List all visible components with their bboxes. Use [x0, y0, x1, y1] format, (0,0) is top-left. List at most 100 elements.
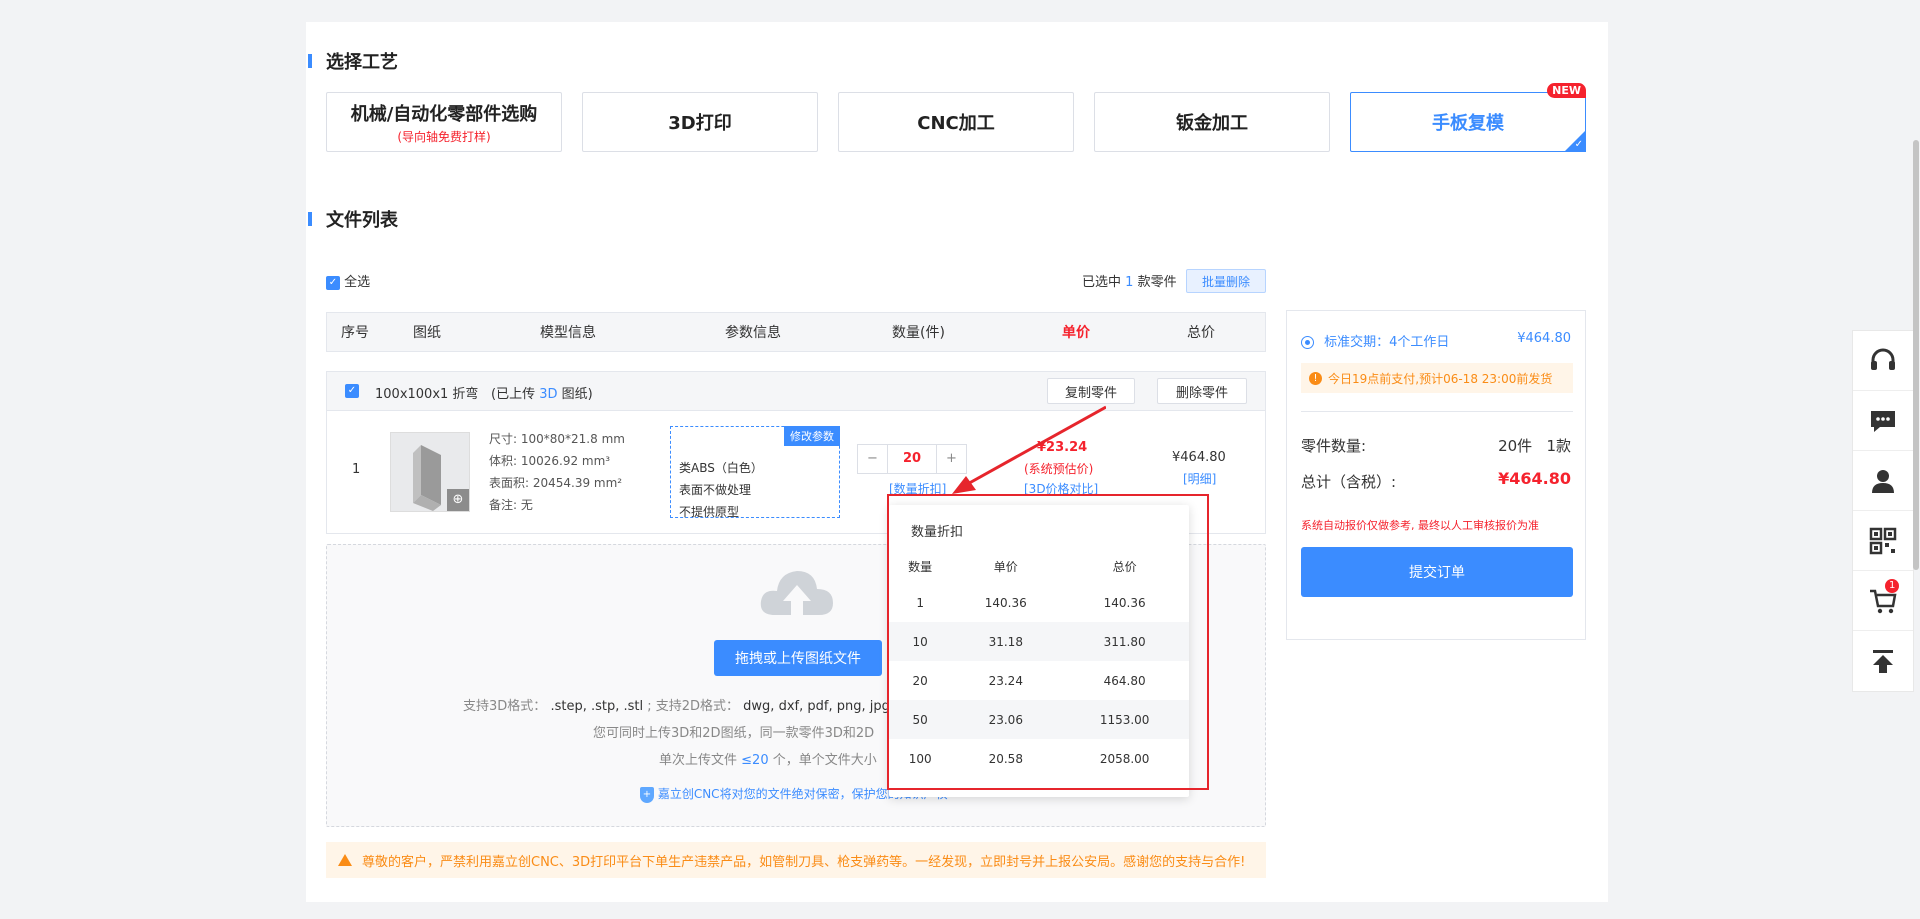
- process-label: 钣金加工: [1176, 113, 1248, 134]
- user-button[interactable]: [1853, 451, 1913, 511]
- part-header-row: ✓ 100x100x1 折弯 (已上传 3D 图纸) 复制零件 删除零件: [326, 371, 1266, 411]
- qrcode-button[interactable]: [1853, 511, 1913, 571]
- divider: [1301, 411, 1573, 412]
- param-surface: 表面不做处理: [679, 483, 752, 497]
- order-summary: 标准交期：4个工作日 ¥464.80 ! 今日19点前支付,预计06-18 23…: [1286, 310, 1586, 640]
- cloud-upload-icon: [760, 571, 833, 615]
- discount-table: 数量 单价 总价 1 140.36 140.36 10 31.18 311.80 20 2…: [889, 549, 1189, 778]
- table-row: 20 23.24 464.80: [912, 673, 1146, 688]
- support-button[interactable]: [1853, 331, 1913, 391]
- col-params: 参数信息: [725, 325, 781, 341]
- formats-2d: dwg, dxf, pdf, png, jpg,: [743, 699, 894, 714]
- col-unit-price: 单价: [1062, 325, 1090, 341]
- col-drawing: 图纸: [413, 325, 441, 341]
- batch-delete-button[interactable]: 批量删除: [1186, 269, 1266, 293]
- part-name: 100x100x1 折弯: [375, 387, 479, 402]
- floating-sidebar: 1: [1852, 330, 1914, 692]
- back-to-top-button[interactable]: [1853, 631, 1913, 691]
- total-label: 总计（含税）:: [1301, 473, 1397, 491]
- copy-part-button[interactable]: 复制零件: [1047, 378, 1135, 404]
- part-thumbnail[interactable]: ⊕: [390, 432, 470, 512]
- selected-count-text: 已选中 1 款零件: [1082, 271, 1177, 290]
- delete-part-button[interactable]: 删除零件: [1157, 378, 1247, 404]
- upload-button[interactable]: 拖拽或上传图纸文件: [714, 640, 882, 676]
- quantity-input[interactable]: 20: [888, 445, 936, 473]
- total-value: ¥464.80: [1498, 469, 1571, 488]
- process-label: 机械/自动化零部件选购: [350, 103, 538, 125]
- section-marker: [308, 54, 312, 68]
- detail-link[interactable]: [明细]: [1183, 470, 1216, 487]
- new-badge: NEW: [1547, 83, 1586, 98]
- edit-params-button[interactable]: 修改参数: [784, 426, 840, 446]
- count-value: 20件 1款: [1498, 437, 1571, 455]
- delivery-option[interactable]: 标准交期：4个工作日: [1301, 331, 1449, 350]
- submit-order-button[interactable]: 提交订单: [1301, 547, 1573, 597]
- qty-discount-link[interactable]: [数量折扣]: [889, 480, 946, 497]
- process-option-3d-print[interactable]: 3D打印: [582, 92, 818, 152]
- process-option-sheet-metal[interactable]: 钣金加工: [1094, 92, 1330, 152]
- process-option-cnc[interactable]: CNC加工: [838, 92, 1074, 152]
- popup-col-unit: 单价: [993, 559, 1018, 574]
- table-row: 1 140.36 140.36: [916, 595, 1146, 610]
- cart-button[interactable]: 1: [1853, 571, 1913, 631]
- select-all-label: 全选: [344, 275, 371, 290]
- upload-type-link[interactable]: 3D: [539, 387, 557, 402]
- popup-col-total: 总价: [1112, 559, 1137, 574]
- delivery-price: ¥464.80: [1517, 331, 1571, 346]
- selected-suffix: 款零件: [1137, 275, 1177, 290]
- part-index: 1: [352, 462, 361, 477]
- minus-button[interactable]: −: [858, 445, 888, 473]
- col-index: 序号: [341, 325, 369, 341]
- model-area: 表面积: 20454.39 mm²: [489, 476, 623, 490]
- disclaimer: 系统自动报价仅做参考, 最终以人工审核报价为准: [1301, 519, 1539, 532]
- upload-note-combo: 您可同时上传3D和2D图纸，同一款零件3D和2D: [593, 726, 875, 741]
- table-row: 10 31.18 311.80: [889, 622, 1189, 661]
- discount-popup: 数量折扣 数量 单价 总价 1 140.36 140.36 10 31.18 311.8…: [889, 505, 1189, 797]
- part-checkbox[interactable]: ✓: [345, 384, 359, 398]
- message-button[interactable]: [1853, 391, 1913, 451]
- annotation-arrow: [952, 405, 1106, 494]
- warning-text: 尊敬的客户，严禁利用嘉立创CNC、3D打印平台下单生产违禁产品，如管制刀具、枪支…: [362, 854, 1246, 870]
- main-panel: 选择工艺 机械/自动化零部件选购 (导向轴免费打样) 3D打印 CNC加工 钣金…: [306, 22, 1608, 902]
- selected-prefix: 已选中: [1082, 275, 1122, 290]
- upload-prefix: (已上传: [491, 387, 536, 402]
- formats-3d: .step, .stp, .stl: [550, 699, 644, 714]
- arrow-up-icon: [1873, 650, 1893, 673]
- model-size: 尺寸: 100*80*21.8 mm: [489, 432, 625, 446]
- popup-col-qty: 数量: [908, 559, 933, 574]
- selected-count: 1: [1125, 275, 1134, 290]
- ship-notice-text: 今日19点前支付,预计06-18 23:00前发货: [1328, 371, 1553, 386]
- total-price: ¥464.80: [1172, 450, 1226, 465]
- process-option-mechanical[interactable]: 机械/自动化零部件选购 (导向轴免费打样): [326, 92, 562, 152]
- qrcode-icon: [1869, 527, 1897, 554]
- section-marker: [308, 212, 312, 226]
- col-model-info: 模型信息: [540, 325, 596, 341]
- process-label: 3D打印: [668, 113, 732, 134]
- radio-icon: [1301, 336, 1314, 349]
- user-icon: [1872, 469, 1894, 493]
- model-info: 尺寸: 100*80*21.8 mm 体积: 10026.92 mm³ 表面积:…: [489, 428, 625, 516]
- chat-icon: [1871, 410, 1895, 432]
- upload-note-limit: 单次上传文件 ≤20 个，单个文件大小: [659, 749, 877, 768]
- param-prototype: 不提供原型: [679, 505, 740, 519]
- formats-3d-label: 支持3D格式：: [463, 699, 547, 714]
- format-note: 支持3D格式： .step, .stp, .stl ; 支持2D格式： dwg,…: [463, 695, 894, 714]
- popup-title: 数量折扣: [911, 525, 964, 540]
- files-section-title: 文件列表: [326, 210, 398, 231]
- params-box: 修改参数 类ABS（白色） 表面不做处理 不提供原型: [670, 426, 840, 519]
- warning-bar: 尊敬的客户，严禁利用嘉立创CNC、3D打印平台下单生产违禁产品，如管制刀具、枪支…: [326, 842, 1266, 878]
- process-option-prototype-mold[interactable]: 手板复模 NEW ✓: [1350, 83, 1586, 152]
- page-scrollbar[interactable]: [1913, 140, 1919, 570]
- table-row: 50 23.06 1153.00: [889, 700, 1189, 739]
- param-material: 类ABS（白色）: [679, 461, 763, 475]
- table-header: 序号 图纸 模型信息 参数信息 数量(件) 单价 总价: [326, 312, 1266, 352]
- headset-icon: [1871, 348, 1895, 370]
- formats-2d-label: ; 支持2D格式：: [647, 699, 740, 714]
- select-all[interactable]: ✓ 全选: [326, 271, 370, 290]
- process-label: 手板复模: [1432, 113, 1504, 134]
- shield-icon: +: [640, 786, 654, 803]
- upload-suffix: 图纸): [561, 387, 593, 402]
- model-remark: 备注: 无: [489, 498, 533, 512]
- zoom-icon[interactable]: ⊕: [447, 489, 469, 511]
- checkbox-icon: ✓: [326, 275, 340, 290]
